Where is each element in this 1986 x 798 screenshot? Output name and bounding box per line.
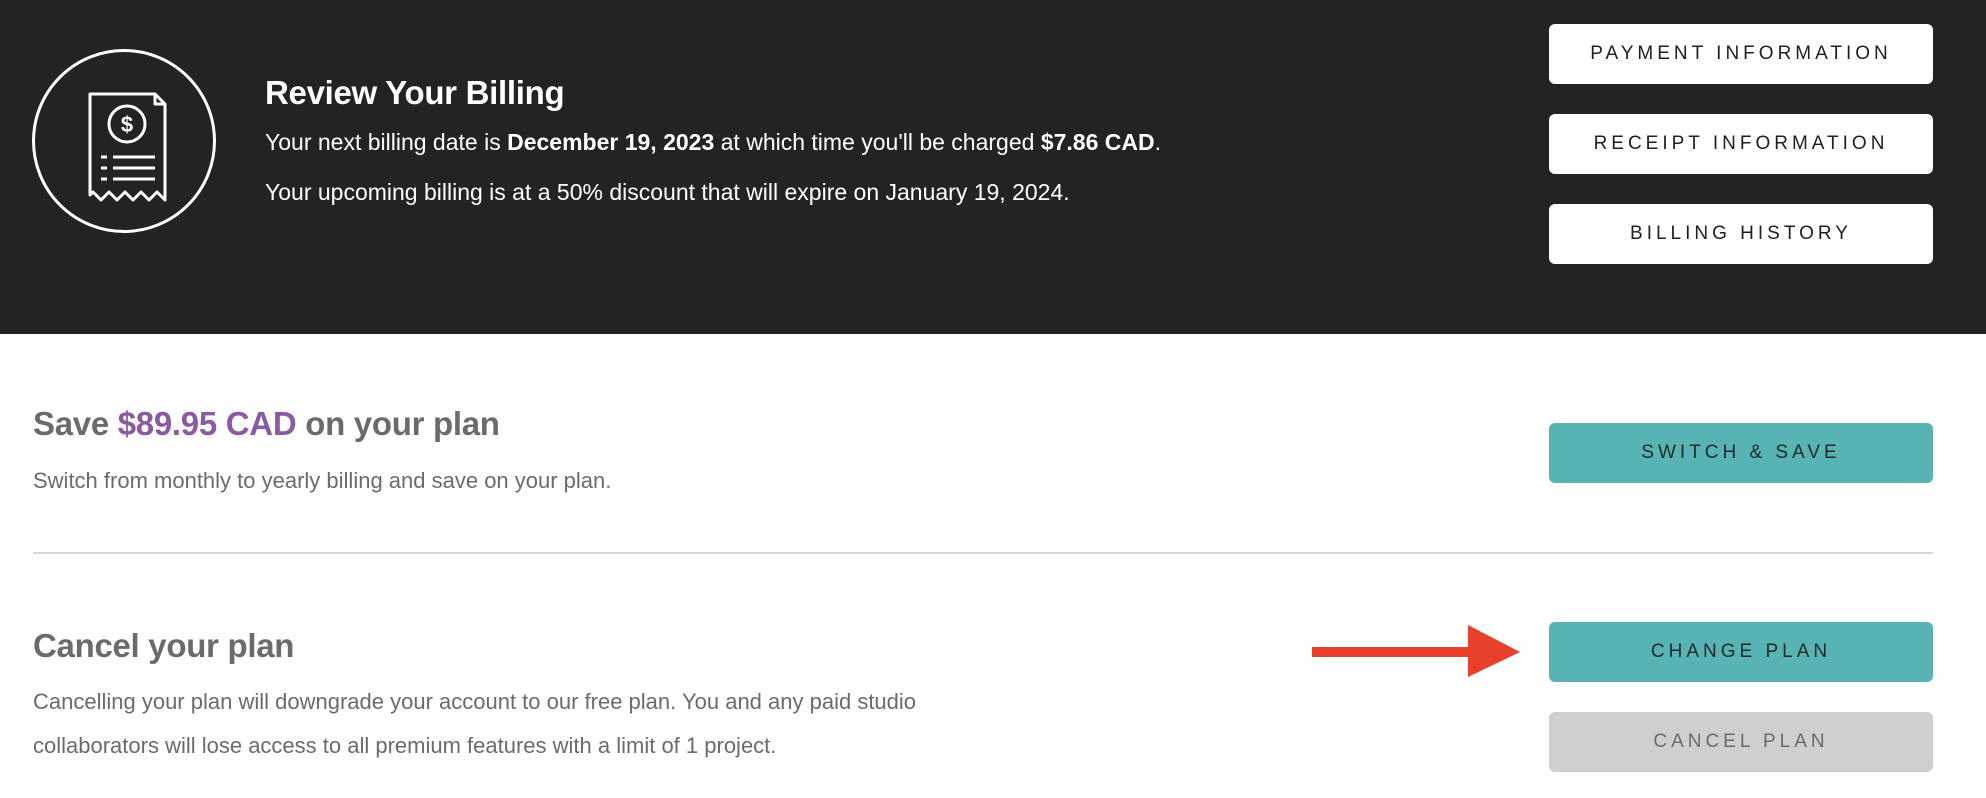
page-title: Review Your Billing (265, 74, 565, 111)
receipt-dollar-icon: $ (32, 49, 216, 233)
arrow-right-icon (1312, 625, 1520, 677)
next-billing-amount: $7.86 CAD (1040, 129, 1155, 155)
section-divider (33, 552, 1933, 554)
save-section-description: Switch from monthly to yearly billing an… (33, 468, 612, 493)
next-billing-text: Your next billing date is December 19, 2… (265, 129, 1161, 155)
receipt-information-button[interactable]: RECEIPT INFORMATION (1549, 114, 1933, 174)
cancel-section-title: Cancel your plan (33, 627, 295, 664)
discount-text: Your upcoming billing is at a 50% discou… (265, 179, 1070, 205)
billing-history-button[interactable]: BILLING HISTORY (1549, 204, 1933, 264)
svg-text:$: $ (121, 112, 133, 137)
savings-amount: $89.95 CAD (117, 405, 297, 442)
save-section-title: Save $89.95 CAD on your plan (33, 405, 500, 442)
payment-information-button[interactable]: PAYMENT INFORMATION (1549, 24, 1933, 84)
billing-header: $ Review Your Billing Your next billing … (0, 0, 1986, 334)
cancel-section-description-line-1: Cancelling your plan will downgrade your… (33, 689, 917, 714)
cancel-plan-button[interactable]: CANCEL PLAN (1549, 712, 1933, 772)
cancel-section-description-line-2: collaborators will lose access to all pr… (33, 733, 777, 758)
billing-summary: Review Your Billing Your next billing da… (265, 74, 1161, 208)
switch-and-save-button[interactable]: SWITCH & SAVE (1549, 423, 1933, 483)
change-plan-button[interactable]: CHANGE PLAN (1549, 622, 1933, 682)
next-billing-date: December 19, 2023 (507, 129, 715, 155)
